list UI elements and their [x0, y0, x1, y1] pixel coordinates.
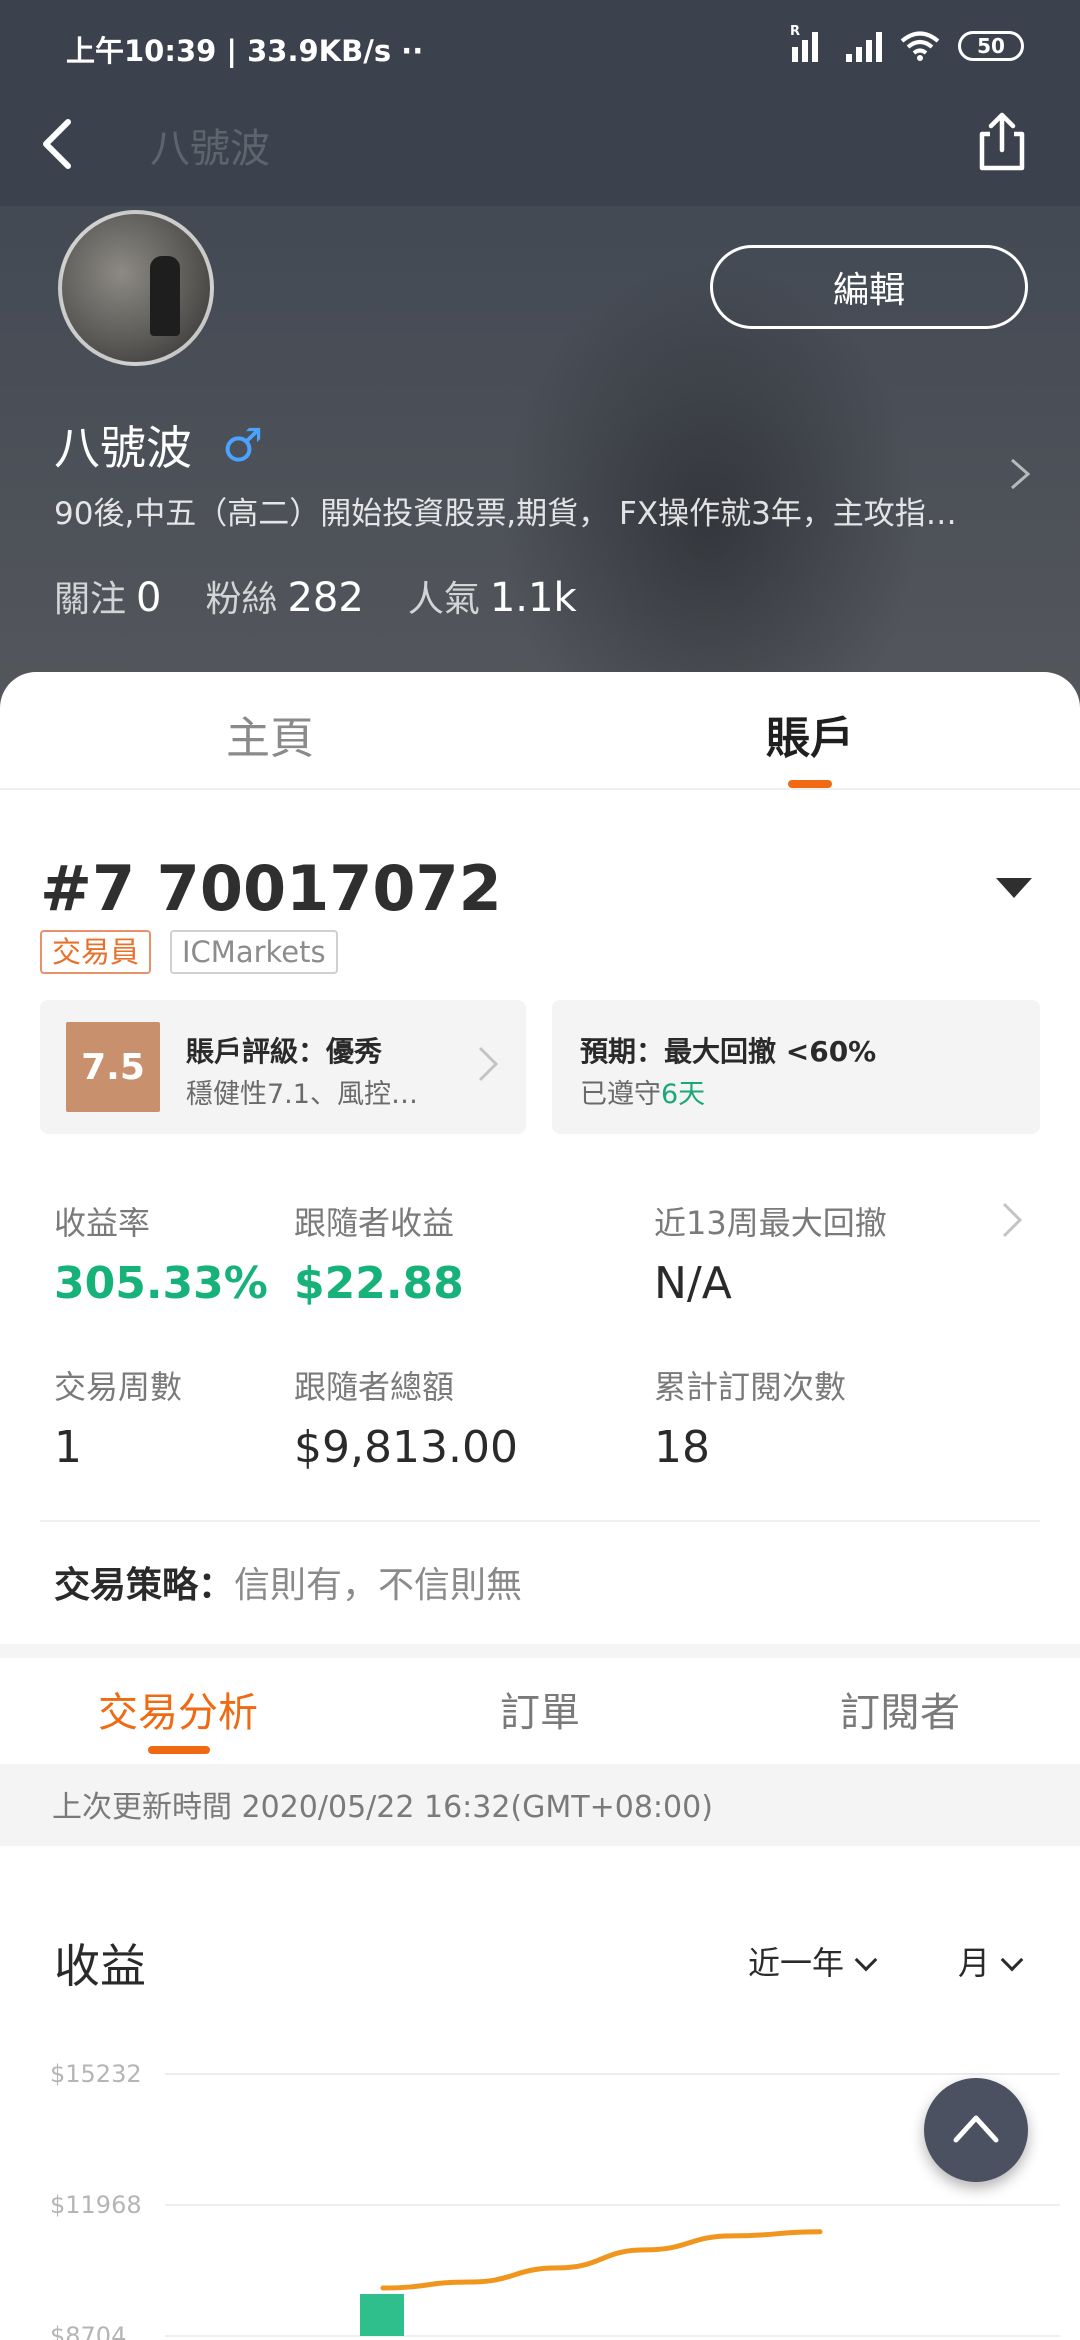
divider [40, 1520, 1040, 1522]
y-tick-label: $8704 [50, 2322, 126, 2340]
status-time: 上午10:39 | 33.9KB/s ·· [66, 34, 424, 68]
status-bar: 上午10:39 | 33.9KB/s ·· R 50 [0, 0, 1080, 100]
profit-bar [360, 2294, 404, 2336]
chevron-down-icon [1000, 1948, 1024, 1972]
rating-subtitle: 穩健性7.1、風控… [186, 1079, 418, 1110]
account-dropdown-icon[interactable] [996, 878, 1032, 898]
range-dropdown[interactable]: 近一年 [748, 1938, 878, 1984]
period-dropdown[interactable]: 月 [958, 1938, 1024, 1984]
profile-header: 上午10:39 | 33.9KB/s ·· R 50 八號波 編輯 八號波 ♂ … [0, 0, 1080, 720]
metric-return-rate: 收益率 305.33% [54, 1204, 268, 1309]
male-gender-icon: ♂ [222, 418, 264, 472]
last-update-time: 上次更新時間 2020/05/22 16:32(GMT+08:00) [52, 1790, 713, 1825]
profit-line [380, 2229, 823, 2291]
scroll-to-top-button[interactable] [924, 2078, 1028, 2182]
share-icon[interactable] [972, 110, 1032, 174]
profile-stats: 關注 0 粉絲 282 人氣 1.1k [54, 570, 577, 622]
compliance-days: 6天 [661, 1079, 706, 1110]
avatar[interactable] [58, 210, 214, 366]
trader-tag: 交易員 [40, 930, 152, 974]
y-tick-label: $15232 [50, 2060, 142, 2088]
broker-tag: ICMarkets [170, 930, 338, 974]
tab-home[interactable]: 主頁 [226, 702, 314, 766]
rating-score-badge: 7.5 [66, 1022, 160, 1112]
user-name: 八號波 [54, 421, 192, 475]
status-icons: R 50 [790, 24, 1024, 62]
profile-tabs: 主頁 賬戶 [0, 672, 1080, 790]
metric-trading-weeks: 交易周數 1 [54, 1368, 183, 1473]
metric-follower-total: 跟隨者總額 $9,813.00 [294, 1368, 518, 1473]
cellular-signal-icon: R [790, 24, 828, 62]
expectation-card: 預期：最大回撤 <60% 已遵守6天 [552, 1000, 1040, 1134]
chevron-right-icon[interactable] [1000, 1198, 1024, 1242]
back-arrow-icon[interactable] [36, 112, 76, 176]
nav-title: 八號波 [150, 126, 270, 172]
y-tick-label: $11968 [50, 2191, 142, 2219]
metric-max-drawdown[interactable]: 近13周最大回撤 N/A [654, 1198, 887, 1309]
chevron-up-icon [953, 2115, 999, 2143]
wifi-icon [900, 31, 940, 61]
cellular-signal-icon-2 [846, 30, 882, 62]
tab-account[interactable]: 賬戶 [766, 702, 854, 766]
account-title: #7 70017072 [40, 852, 502, 925]
stat-popularity: 人氣 1.1k [407, 575, 577, 621]
active-tab-indicator [788, 780, 832, 788]
user-bio[interactable]: 90後,中五（高二）開始投資股票,期貨， FX操作就3年，主攻指… [54, 488, 974, 533]
tab-trade-analysis[interactable]: 交易分析 [98, 1680, 258, 1738]
profit-title: 收益 [54, 1939, 146, 1993]
trading-strategy: 交易策略：信則有，不信則無 [54, 1565, 523, 1606]
battery-icon: 50 [958, 31, 1024, 61]
metric-follower-profit: 跟隨者收益 $22.88 [294, 1204, 464, 1309]
tab-orders[interactable]: 訂單 [500, 1680, 580, 1738]
chevron-right-icon[interactable] [1006, 454, 1034, 494]
stat-following[interactable]: 關注 0 [54, 570, 161, 622]
stat-fans[interactable]: 粉絲 282 [205, 570, 363, 622]
update-info-band: 上次更新時間 2020/05/22 16:32(GMT+08:00) [0, 1764, 1080, 1846]
chevron-down-icon [854, 1948, 878, 1972]
active-subtab-indicator [148, 1746, 210, 1754]
rating-title: 賬戶評級：優秀 [186, 1035, 383, 1068]
account-rating-card[interactable]: 7.5 賬戶評級：優秀 穩健性7.1、風控… [40, 1000, 526, 1134]
analysis-tabs: 交易分析 訂單 訂閱者 [0, 1658, 1080, 1764]
edit-profile-button[interactable]: 編輯 [710, 245, 1028, 329]
section-gap [0, 1644, 1080, 1658]
account-card: 主頁 賬戶 #7 70017072 交易員 ICMarkets 7.5 賬戶評級… [0, 672, 1080, 2340]
profit-chart: $15232 $11968 $8704 [50, 2060, 1060, 2340]
expectation-subtitle: 已遵守6天 [580, 1079, 706, 1110]
tab-subscribers[interactable]: 訂閱者 [840, 1680, 960, 1738]
chevron-right-icon [478, 1046, 499, 1082]
expectation-title: 預期：最大回撤 <60% [580, 1035, 877, 1068]
metric-subscription-count: 累計訂閱次數 18 [654, 1368, 847, 1473]
